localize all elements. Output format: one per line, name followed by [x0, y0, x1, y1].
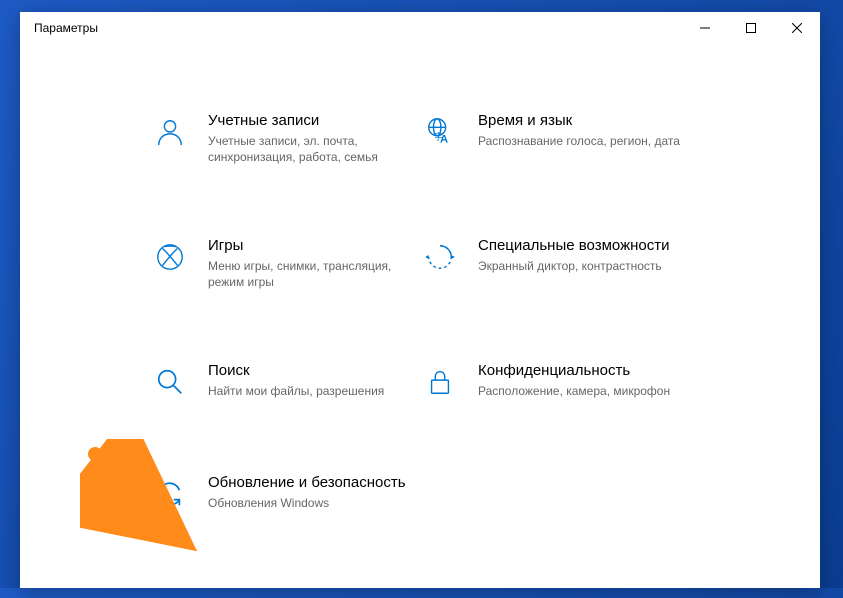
tile-time-language[interactable]: A 字 Время и язык Распознавание голоса, р…: [420, 104, 690, 173]
tile-desc: Распознавание голоса, регион, дата: [478, 133, 690, 149]
settings-grid: Учетные записи Учетные записи, эл. почта…: [20, 44, 820, 598]
minimize-button[interactable]: [682, 12, 728, 44]
tile-desc: Найти мои файлы, разрешения: [208, 383, 420, 399]
tile-desc: Учетные записи, эл. почта, синхронизация…: [208, 133, 420, 165]
tile-desc: Меню игры, снимки, трансляция, режим игр…: [208, 258, 420, 290]
titlebar: Параметры: [20, 12, 820, 44]
accessibility-icon: [420, 237, 460, 277]
tile-privacy[interactable]: Конфиденциальность Расположение, камера,…: [420, 354, 690, 410]
tile-title: Обновление и безопасность: [208, 474, 420, 493]
settings-window: Параметры Учетны: [20, 12, 820, 588]
globe-language-icon: A 字: [420, 112, 460, 152]
search-icon: [150, 362, 190, 402]
svg-text:字: 字: [434, 132, 442, 142]
tile-desc: Расположение, камера, микрофон: [478, 383, 690, 399]
tile-title: Время и язык: [478, 112, 690, 131]
tile-desc: Экранный диктор, контрастность: [478, 258, 690, 274]
tile-gaming[interactable]: Игры Меню игры, снимки, трансляция, режи…: [150, 229, 420, 298]
sync-icon: [150, 474, 190, 514]
tile-title: Игры: [208, 237, 420, 256]
tile-title: Конфиденциальность: [478, 362, 690, 381]
tile-title: Специальные возможности: [478, 237, 690, 256]
tile-title: Учетные записи: [208, 112, 420, 131]
close-button[interactable]: [774, 12, 820, 44]
tile-ease-of-access[interactable]: Специальные возможности Экранный диктор,…: [420, 229, 690, 298]
window-controls: [682, 12, 820, 44]
tile-desc: Обновления Windows: [208, 495, 420, 511]
person-icon: [150, 112, 190, 152]
tile-title: Поиск: [208, 362, 420, 381]
tile-update-security[interactable]: Обновление и безопасность Обновления Win…: [150, 466, 420, 522]
tile-search[interactable]: Поиск Найти мои файлы, разрешения: [150, 354, 420, 410]
tile-accounts[interactable]: Учетные записи Учетные записи, эл. почта…: [150, 104, 420, 173]
xbox-icon: [150, 237, 190, 277]
lock-icon: [420, 362, 460, 402]
window-title: Параметры: [34, 21, 98, 35]
maximize-button[interactable]: [728, 12, 774, 44]
